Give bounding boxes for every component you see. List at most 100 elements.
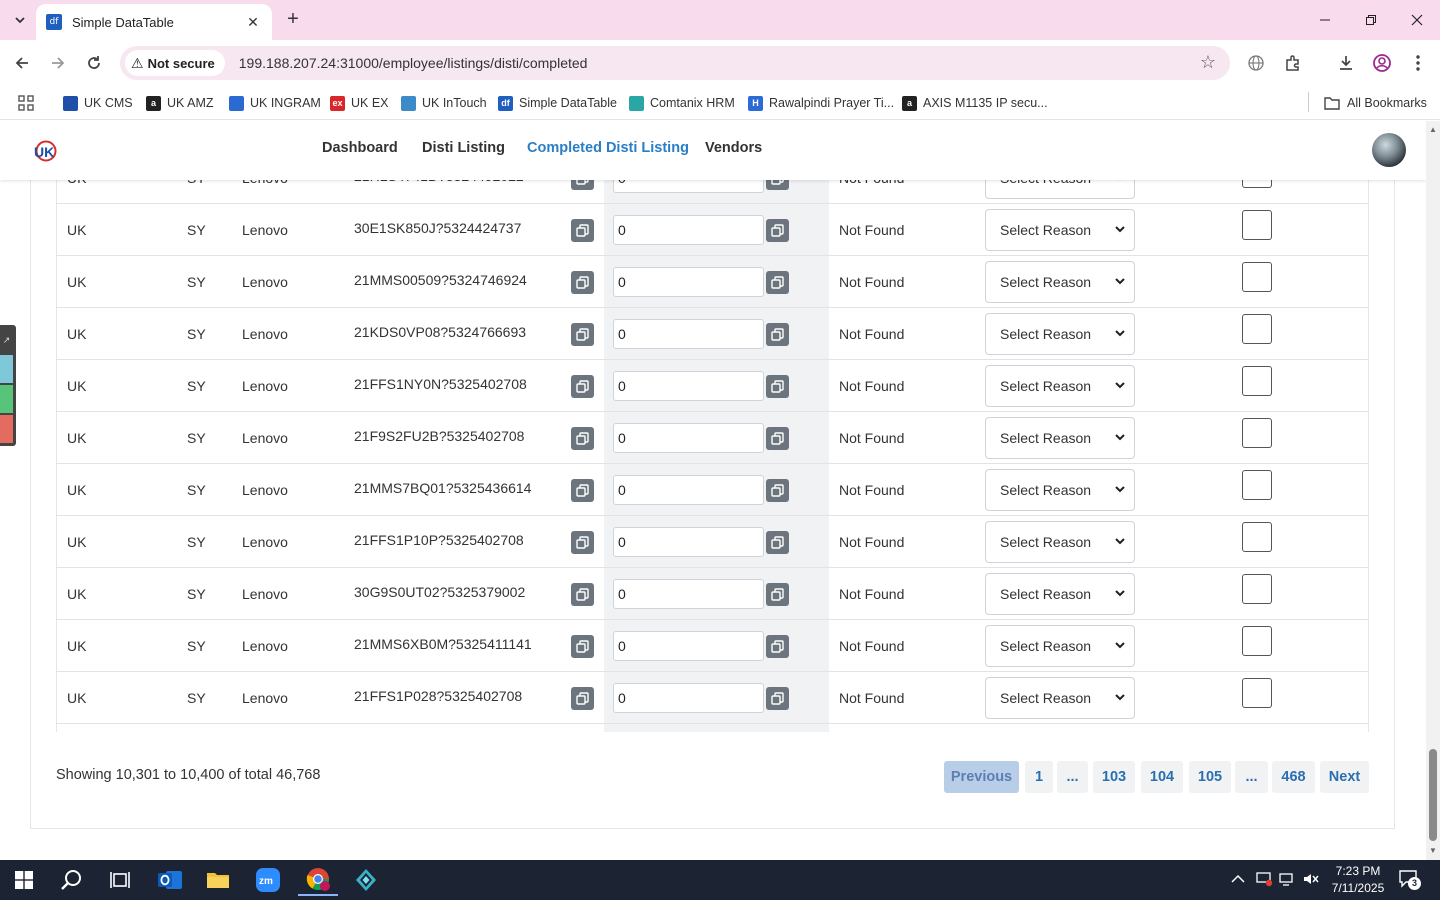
outlook-app[interactable] [150, 864, 190, 896]
apps-grid-icon[interactable] [18, 92, 34, 114]
quantity-input[interactable]: 0 [613, 215, 764, 245]
taskbar-clock[interactable]: 7:23 PM 7/11/2025 [1316, 863, 1400, 897]
copy-sku-icon[interactable] [571, 323, 594, 346]
previous-page-button[interactable]: Previous [944, 761, 1019, 793]
tab-search-button[interactable] [8, 8, 32, 32]
copy-sku-icon[interactable] [571, 375, 594, 398]
bookmark-item[interactable]: Comtanix HRM [629, 92, 735, 114]
quantity-input[interactable]: 0 [613, 579, 764, 609]
forward-button[interactable] [44, 49, 72, 77]
bookmark-star-icon[interactable]: ☆ [1200, 52, 1216, 73]
paste-quantity-icon[interactable] [766, 427, 789, 450]
quantity-input[interactable]: 0 [613, 267, 764, 297]
bookmark-item[interactable]: a UK AMZ [146, 92, 214, 114]
copy-sku-icon[interactable] [571, 635, 594, 658]
quantity-input[interactable]: 0 [613, 371, 764, 401]
row-checkbox[interactable] [1242, 314, 1272, 344]
reason-select[interactable]: Select Reason [985, 209, 1135, 251]
bookmark-item[interactable]: UK INGRAM [229, 92, 321, 114]
page-button[interactable]: 105 [1189, 761, 1231, 793]
site-security-chip[interactable]: ⚠ Not secure [125, 50, 225, 76]
copy-sku-icon[interactable] [571, 271, 594, 294]
taskbar-search-button[interactable] [52, 864, 92, 896]
nav-link[interactable]: Dashboard [322, 140, 398, 156]
reason-select[interactable]: Select Reason [985, 677, 1135, 719]
paste-quantity-icon[interactable] [766, 687, 789, 710]
chrome-app[interactable] [298, 864, 338, 896]
row-checkbox[interactable] [1242, 678, 1272, 708]
browser-menu-icon[interactable] [1405, 50, 1431, 76]
paste-quantity-icon[interactable] [766, 479, 789, 502]
reason-select[interactable]: Select Reason [985, 469, 1135, 511]
row-checkbox[interactable] [1242, 574, 1272, 604]
paste-quantity-icon[interactable] [766, 635, 789, 658]
page-button[interactable]: 104 [1141, 761, 1183, 793]
quantity-input[interactable]: 0 [613, 527, 764, 557]
page-button[interactable]: 1 [1025, 761, 1053, 793]
copy-sku-icon[interactable] [571, 531, 594, 554]
floating-side-widget[interactable]: ↗ [0, 325, 16, 446]
url-text[interactable]: 199.188.207.24:31000/employee/listings/d… [239, 55, 588, 71]
copy-sku-icon[interactable] [571, 687, 594, 710]
paste-quantity-icon[interactable] [766, 531, 789, 554]
quantity-input[interactable]: 0 [613, 475, 764, 505]
row-checkbox[interactable] [1242, 418, 1272, 448]
widget-segment-green[interactable] [0, 385, 13, 413]
all-bookmarks-button[interactable]: All Bookmarks [1324, 92, 1427, 114]
next-page-button[interactable]: Next [1320, 761, 1369, 793]
paste-quantity-icon[interactable] [766, 271, 789, 294]
show-hidden-icons[interactable] [1231, 871, 1245, 887]
reason-select[interactable]: Select Reason [985, 261, 1135, 303]
bookmark-item[interactable]: df Simple DataTable [498, 92, 617, 114]
page-button[interactable]: ... [1235, 761, 1268, 793]
bookmark-item[interactable]: UK InTouch [401, 92, 487, 114]
widget-segment-blue[interactable] [0, 355, 13, 383]
notifications-button[interactable]: 3 [1398, 869, 1421, 892]
row-checkbox[interactable] [1242, 470, 1272, 500]
address-bar[interactable]: ⚠ Not secure 199.188.207.24:31000/employ… [120, 46, 1230, 80]
translate-icon[interactable] [1243, 50, 1269, 76]
file-explorer-app[interactable] [198, 864, 238, 896]
minimize-window-button[interactable] [1302, 0, 1348, 40]
reason-select[interactable]: Select Reason [985, 365, 1135, 407]
copy-sku-icon[interactable] [571, 219, 594, 242]
widget-segment-red[interactable] [0, 415, 13, 443]
bookmark-item[interactable]: UK CMS [63, 92, 133, 114]
nav-link[interactable]: Disti Listing [422, 140, 505, 156]
paste-quantity-icon[interactable] [766, 375, 789, 398]
reload-button[interactable] [80, 49, 108, 77]
scroll-down-icon[interactable]: ▼ [1428, 846, 1438, 856]
page-button[interactable]: ... [1057, 761, 1088, 793]
scrollbar-thumb[interactable] [1429, 749, 1437, 841]
page-scrollbar[interactable]: ▲ ▼ [1426, 121, 1440, 860]
row-checkbox[interactable] [1242, 626, 1272, 656]
reason-select[interactable]: Select Reason [985, 417, 1135, 459]
paste-quantity-icon[interactable] [766, 323, 789, 346]
network-alert-icon[interactable] [1255, 871, 1273, 890]
reason-select[interactable]: Select Reason [985, 573, 1135, 615]
quantity-input[interactable]: 0 [613, 631, 764, 661]
bookmark-item[interactable]: a AXIS M1135 IP secu... [902, 92, 1048, 114]
close-window-button[interactable] [1394, 0, 1440, 40]
download-icon[interactable] [1333, 50, 1359, 76]
quantity-input[interactable]: 0 [613, 683, 764, 713]
page-button[interactable]: 103 [1093, 761, 1135, 793]
row-checkbox[interactable] [1242, 262, 1272, 292]
paste-quantity-icon[interactable] [766, 219, 789, 242]
extensions-icon[interactable] [1280, 50, 1306, 76]
paste-quantity-icon[interactable] [766, 583, 789, 606]
expand-icon[interactable]: ↗ [0, 329, 13, 357]
bookmark-item[interactable]: ex UK EX [330, 92, 389, 114]
windows-start-button[interactable] [4, 864, 44, 896]
nav-link[interactable]: Completed Disti Listing [527, 140, 689, 156]
copy-sku-icon[interactable] [571, 583, 594, 606]
bookmark-item[interactable]: H Rawalpindi Prayer Ti... [748, 92, 894, 114]
profile-icon[interactable] [1369, 50, 1395, 76]
restore-window-button[interactable] [1348, 0, 1394, 40]
row-checkbox[interactable] [1242, 366, 1272, 396]
user-avatar[interactable] [1372, 133, 1406, 167]
reason-select[interactable]: Select Reason [985, 625, 1135, 667]
browser-tab-active[interactable]: df Simple DataTable ✕ [36, 4, 272, 40]
row-checkbox[interactable] [1242, 522, 1272, 552]
page-button[interactable]: 468 [1272, 761, 1315, 793]
